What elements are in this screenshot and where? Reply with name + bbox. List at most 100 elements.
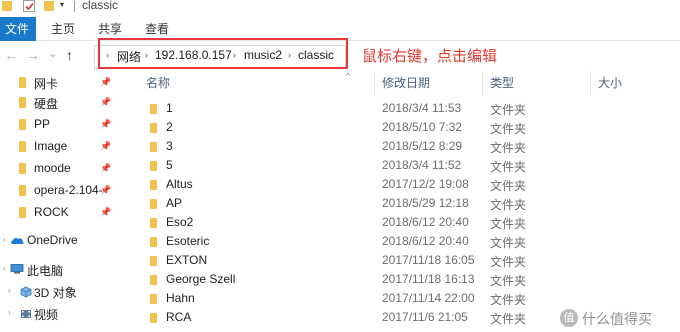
sidebar-item-moode[interactable]: moode 📌: [0, 158, 116, 180]
folder-icon: [150, 218, 157, 228]
file-name: 1: [166, 101, 173, 115]
pin-icon[interactable]: 📌: [100, 141, 111, 152]
back-button[interactable]: ←: [4, 47, 18, 63]
file-name: AP: [166, 196, 183, 210]
pin-icon[interactable]: 📌: [100, 119, 111, 130]
file-type: 文件夹: [490, 122, 527, 136]
file-list: ^ 名称 修改日期 类型 大小 1 2018/3/4 11:53 文件夹 2 2…: [136, 71, 680, 332]
file-type: 文件夹: [490, 198, 527, 212]
folder-icon: [150, 123, 157, 133]
folder-icon: [19, 163, 26, 174]
folder-icon: [150, 294, 157, 304]
folder-icon: [150, 199, 157, 209]
sidebar-item-3d-objects[interactable]: › 3D 对象: [0, 281, 116, 303]
pin-icon[interactable]: 📌: [100, 207, 111, 218]
pin-icon[interactable]: 📌: [100, 185, 111, 196]
column-header-type[interactable]: 类型: [490, 71, 514, 95]
expand-chevron-icon[interactable]: ›: [8, 308, 11, 317]
properties-checkbox-icon[interactable]: [23, 0, 35, 12]
table-row[interactable]: 2 2018/5/10 7:32 文件夹: [136, 118, 680, 137]
recent-locations-button[interactable]: ⌄: [48, 46, 57, 62]
table-row[interactable]: AP 2018/5/29 12:18 文件夹: [136, 194, 680, 213]
column-header-name[interactable]: 名称: [146, 71, 170, 95]
folder-icon: [19, 185, 26, 196]
folder-icon: [19, 207, 26, 218]
folder-icon: [19, 97, 26, 108]
file-type: 文件夹: [490, 179, 527, 193]
sidebar-item-label: 网卡: [34, 77, 59, 91]
column-header-date[interactable]: 修改日期: [382, 71, 430, 95]
annotation-text: 鼠标右键，点击编辑: [362, 49, 498, 65]
sidebar-item-opera[interactable]: opera-2.104- 📌: [0, 180, 116, 202]
table-row[interactable]: George Szell 2017/11/18 16:13 文件夹: [136, 270, 680, 289]
table-row[interactable]: 1 2018/3/4 11:53 文件夹: [136, 99, 680, 118]
modified-date: 2017/11/18 16:13: [382, 272, 475, 286]
column-divider[interactable]: [374, 71, 375, 95]
file-name: George Szell: [166, 272, 236, 286]
table-row[interactable]: Altus 2017/12/2 19:08 文件夹: [136, 175, 680, 194]
folder-icon: [19, 119, 26, 130]
tab-file[interactable]: 文件: [0, 17, 36, 41]
modified-date: 2018/3/4 11:53: [382, 101, 462, 115]
modified-date: 2018/5/10 7:32: [382, 120, 463, 134]
file-type: 文件夹: [490, 255, 527, 269]
forward-button[interactable]: →: [26, 47, 40, 63]
column-divider[interactable]: [482, 71, 483, 95]
sidebar-item-videos[interactable]: › 视频: [0, 303, 116, 325]
modified-date: 2018/5/12 8:29: [382, 139, 463, 153]
computer-icon: [10, 264, 24, 274]
modified-date: 2017/11/6 21:05: [382, 310, 468, 324]
file-name: 2: [166, 120, 173, 134]
table-row[interactable]: Esoteric 2018/6/12 20:40 文件夹: [136, 232, 680, 251]
pin-icon[interactable]: 📌: [100, 97, 111, 108]
file-name: EXTON: [166, 253, 208, 267]
sidebar-item-label: 此电脑: [27, 264, 64, 278]
expand-chevron-icon[interactable]: ›: [3, 264, 6, 273]
folder-icon: [19, 77, 26, 88]
column-header-size[interactable]: 大小: [598, 71, 622, 95]
title-bar: ▾ classic: [0, 0, 680, 16]
sidebar-item-image[interactable]: Image 📌: [0, 136, 116, 158]
sidebar-item-onedrive[interactable]: › OneDrive: [0, 230, 116, 252]
expand-chevron-icon[interactable]: ›: [8, 286, 11, 295]
modified-date: 2018/3/4 11:52: [382, 158, 462, 172]
sidebar-item-label: 视频: [34, 308, 59, 322]
file-type: 文件夹: [490, 141, 527, 155]
folder-icon: [150, 161, 157, 171]
cube-icon: [20, 286, 32, 298]
folder-icon: [150, 275, 157, 285]
table-row[interactable]: 3 2018/5/12 8:29 文件夹: [136, 137, 680, 156]
sidebar-item-label: Image: [34, 139, 68, 153]
column-divider[interactable]: [590, 71, 591, 95]
table-row[interactable]: Eso2 2018/6/12 20:40 文件夹: [136, 213, 680, 232]
up-button[interactable]: ↑: [66, 47, 73, 63]
table-row[interactable]: EXTON 2017/11/18 16:05 文件夹: [136, 251, 680, 270]
sidebar-item-rock[interactable]: ROCK 📌: [0, 202, 116, 224]
tab-home[interactable]: 主页: [51, 17, 75, 41]
new-folder-icon[interactable]: [44, 1, 54, 11]
modified-date: 2017/11/14 22:00: [382, 291, 475, 305]
table-row[interactable]: 5 2018/3/4 11:52 文件夹: [136, 156, 680, 175]
file-name: 3: [166, 139, 173, 153]
quick-access-dropdown[interactable]: ▾: [60, 0, 64, 9]
file-name: Altus: [166, 177, 193, 191]
folder-icon: [150, 104, 157, 114]
sidebar-item-pp[interactable]: PP 📌: [0, 114, 116, 136]
pin-icon[interactable]: 📌: [100, 77, 111, 88]
file-type: 文件夹: [490, 293, 527, 307]
sidebar-item-label: 硬盘: [34, 97, 59, 111]
pin-icon[interactable]: 📌: [100, 163, 111, 174]
file-name: Eso2: [166, 215, 194, 229]
folder-icon: [150, 256, 157, 266]
file-type: 文件夹: [490, 103, 527, 117]
modified-date: 2018/6/12 20:40: [382, 234, 469, 248]
expand-chevron-icon[interactable]: ›: [3, 235, 6, 244]
sidebar-item-this-pc[interactable]: › 此电脑: [0, 259, 116, 281]
modified-date: 2018/5/29 12:18: [382, 196, 469, 210]
sidebar-item-disk[interactable]: 硬盘 📌: [0, 92, 116, 114]
table-row[interactable]: Hahn 2017/11/14 22:00 文件夹: [136, 289, 680, 308]
folder-icon: [150, 237, 157, 247]
cloud-icon: [11, 237, 24, 244]
sidebar-item-network-card[interactable]: 网卡 📌: [0, 72, 116, 94]
file-name: 5: [166, 158, 173, 172]
